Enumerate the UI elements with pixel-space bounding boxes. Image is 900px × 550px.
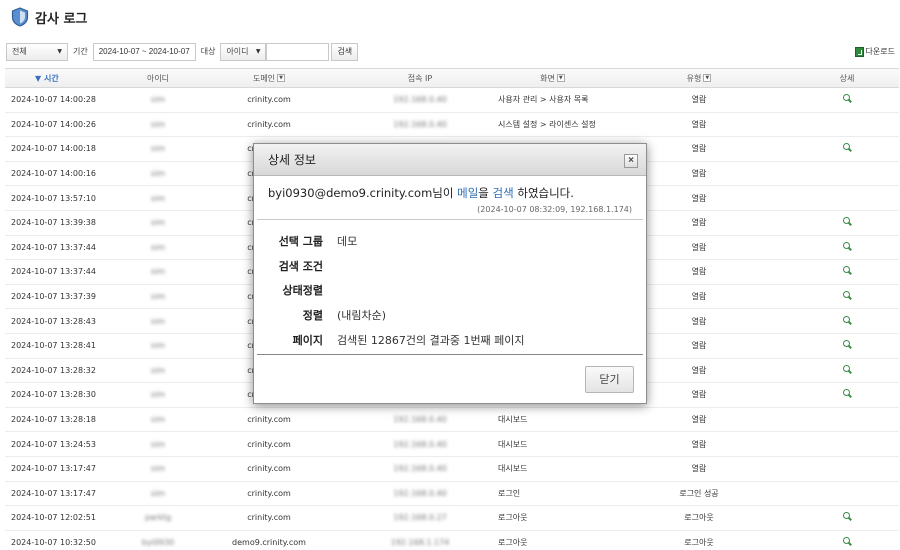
message-text: 을 [478,186,493,200]
field-key: 페이지 [292,333,323,347]
divider [257,353,643,355]
field-value: 검색된 12867건의 결과중 1번째 페이지 [337,333,525,347]
message-menu: 메일 [457,186,479,200]
message-user: byi0930@demo9.crinity.com [268,186,433,200]
field-row: 선택 그룹 데모 [254,229,646,254]
message-text: 님이 [432,186,458,200]
modal-meta: (2024-10-07 08:32:09, 192.168.1.174) [477,205,632,214]
field-key: 상태정렬 [282,284,323,298]
modal-fields: 선택 그룹 데모 검색 조건 상태정렬 정렬 (내림차순) 페이지 검색된 12867… [254,220,646,352]
modal-message: byi0930@demo9.crinity.com님이 메일을 검색 하였습니다… [254,176,646,201]
close-button[interactable]: 닫기 [585,366,634,393]
message-text: 하였습니다. [513,186,574,200]
field-row: 페이지 검색된 12867건의 결과중 1번째 페이지 [254,327,646,352]
modal-title: 상세 정보 [268,153,316,167]
field-key: 선택 그룹 [278,235,323,249]
field-row: 상태정렬 [254,278,646,303]
field-row: 정렬 (내림차순) [254,303,646,328]
message-action: 검색 [492,186,514,200]
field-value: 데모 [337,235,358,249]
close-icon[interactable]: × [624,154,638,168]
field-key: 검색 조건 [278,259,323,273]
field-row: 검색 조건 [254,254,646,279]
field-key: 정렬 [302,309,323,323]
field-value: (내림차순) [337,309,387,323]
modal-header: 상세 정보 × [254,144,646,176]
detail-modal: 상세 정보 × byi0930@demo9.crinity.com님이 메일을 … [253,143,647,404]
